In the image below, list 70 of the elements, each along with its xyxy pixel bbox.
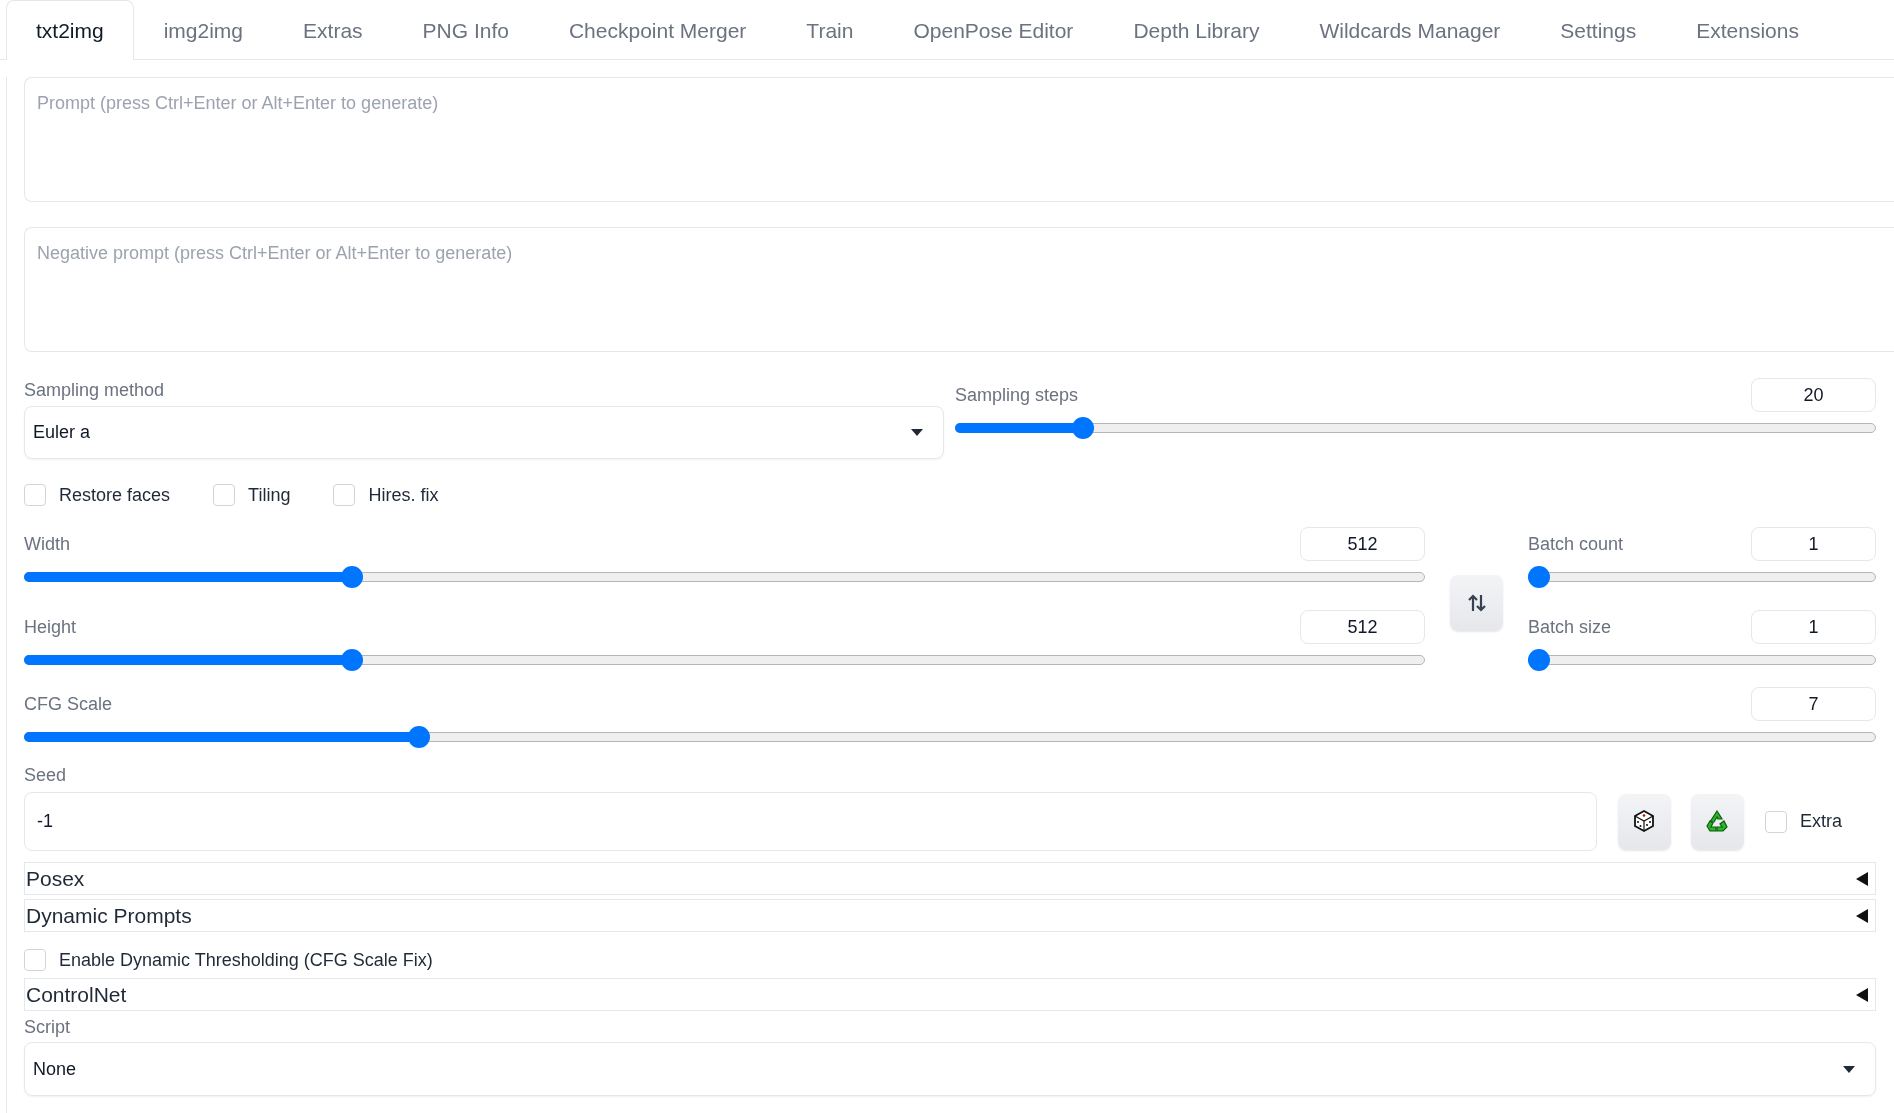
slider[interactable] [955,417,1876,439]
caret-icon [911,429,923,436]
field-label: Sampling method [24,379,166,402]
slider-thumb[interactable] [1528,566,1550,588]
slider-thumb[interactable] [1528,649,1550,671]
slider-thumb[interactable] [341,566,364,588]
slider-label: Batch size [1528,616,1612,638]
checkbox-label: Restore faces [59,484,171,506]
tab[interactable]: txt2img [6,0,134,60]
slider[interactable] [24,649,1425,671]
seed-field[interactable]: -1 [24,792,1597,851]
swap-button[interactable] [1450,575,1503,631]
expand-triangle-icon [1855,908,1869,923]
prompt-field[interactable]: Negative prompt (press Ctrl+Enter or Alt+Enter to generate) [24,227,1894,352]
number-field[interactable]: 512 [1300,610,1425,644]
slider[interactable] [1528,649,1876,671]
slider-thumb[interactable] [408,726,431,748]
caret-icon [1843,1065,1855,1073]
tab[interactable]: Depth Library [1103,0,1290,60]
slider-thumb[interactable] [341,649,364,671]
number-field[interactable]: 20 [1751,378,1876,412]
number-field[interactable]: 7 [1751,687,1876,721]
tab[interactable]: Train [776,0,884,60]
checkbox[interactable] [24,949,46,971]
tab[interactable]: PNG Info [392,0,539,60]
tab[interactable]: Extensions [1666,0,1829,60]
number-field[interactable]: 1 [1751,527,1876,561]
checkbox-label: Enable Dynamic Thresholding (CFG Scale Fix) [59,949,433,971]
slider[interactable] [24,566,1425,588]
slider-label: Width [24,533,70,555]
reuse-seed-button[interactable] [1691,793,1744,850]
dropdown[interactable]: None [24,1042,1876,1096]
expand-triangle-icon [1855,871,1869,886]
checkbox[interactable] [333,484,356,506]
checkbox[interactable] [24,484,46,506]
slider-label: Height [24,616,77,638]
expand-triangle-icon [1855,987,1869,1002]
slider-label: Batch count [1528,533,1624,555]
field-label: Seed [24,765,68,785]
number-field[interactable]: 512 [1300,527,1425,561]
tab[interactable]: Settings [1530,0,1667,60]
checkbox[interactable] [1765,810,1787,833]
slider[interactable] [1528,566,1876,588]
tab[interactable]: OpenPose Editor [883,0,1104,60]
accordion-header[interactable]: ControlNet [24,978,1876,1011]
checkbox[interactable] [213,484,236,506]
accordion-title: ControlNet [26,982,127,1007]
accordion-header[interactable]: Posex [24,862,1876,895]
checkbox-label: Hires. fix [368,484,439,506]
tab[interactable]: img2img [133,0,274,60]
slider[interactable] [24,726,1876,748]
slider-label: Sampling steps [955,384,1079,406]
accordion-title: Dynamic Prompts [26,903,192,928]
slider-thumb[interactable] [1071,417,1094,439]
field-label: Script [24,1017,71,1037]
dropdown-value: Euler a [33,422,91,443]
tab[interactable]: Extras [273,0,393,60]
checkbox-label: Tiling [248,484,291,506]
checkbox-label: Extra [1800,811,1842,832]
slider-label: CFG Scale [24,693,113,715]
accordion-header[interactable]: Dynamic Prompts [24,899,1876,932]
number-field[interactable]: 1 [1751,610,1876,644]
prompt-field[interactable]: Prompt (press Ctrl+Enter or Alt+Enter to generate) [24,77,1894,202]
random-seed-button[interactable] [1618,793,1671,850]
dropdown-value: None [33,1058,77,1080]
tab[interactable]: Wildcards Manager [1289,0,1531,60]
tab[interactable]: Checkpoint Merger [538,0,777,60]
accordion-title: Posex [26,866,85,891]
dropdown[interactable]: Euler a [24,406,944,459]
swap-arrows-icon [1467,593,1486,613]
